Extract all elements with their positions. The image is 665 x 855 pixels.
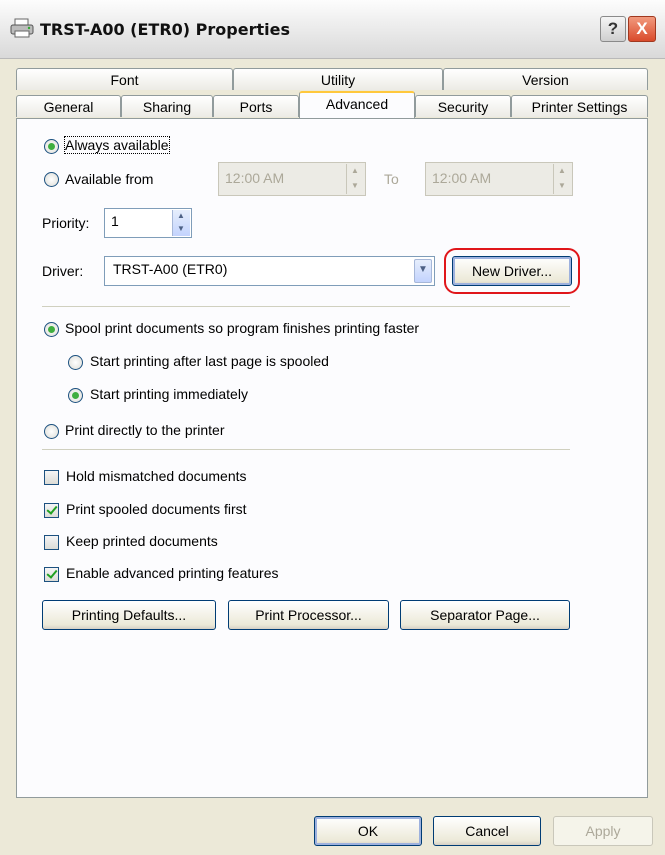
print-spooled-first-label[interactable]: Print spooled documents first (66, 501, 247, 517)
tab-version[interactable]: Version (443, 68, 648, 90)
help-button[interactable]: ? (600, 16, 626, 42)
spin-up-icon: ▲ (558, 166, 566, 175)
priority-label: Priority: (42, 215, 90, 231)
priority-value: 1 (111, 213, 119, 229)
separator (42, 306, 570, 307)
available-from-label[interactable]: Available from (65, 171, 153, 187)
spin-up-icon: ▲ (351, 166, 359, 175)
properties-window: TRST-A00 (ETR0) Properties ? X Font Util… (0, 0, 665, 855)
printer-icon (10, 18, 34, 38)
to-label: To (384, 171, 399, 187)
tab-ports[interactable]: Ports (213, 95, 299, 117)
printing-defaults-button[interactable]: Printing Defaults... (42, 600, 216, 630)
from-time-value: 12:00 AM (225, 170, 285, 186)
print-direct-radio[interactable] (44, 424, 59, 439)
to-time-field[interactable]: 12:00 AM ▲ ▼ (425, 162, 573, 196)
driver-value: TRST-A00 (ETR0) (113, 261, 228, 277)
title-bar: TRST-A00 (ETR0) Properties ? X (0, 0, 665, 59)
hold-mismatched-checkbox[interactable] (44, 470, 59, 485)
print-processor-button[interactable]: Print Processor... (228, 600, 389, 630)
tab-sharing[interactable]: Sharing (121, 95, 213, 117)
spool-radio[interactable] (44, 322, 59, 337)
tab-printer-settings[interactable]: Printer Settings (511, 95, 648, 117)
always-available-label[interactable]: Always available (64, 136, 170, 154)
cancel-button[interactable]: Cancel (433, 816, 541, 846)
to-time-spinner[interactable]: ▲ ▼ (553, 164, 571, 194)
spin-down-icon: ▼ (558, 181, 566, 190)
apply-button[interactable]: Apply (553, 816, 653, 846)
ok-button[interactable]: OK (314, 816, 422, 846)
keep-printed-label[interactable]: Keep printed documents (66, 533, 218, 549)
tab-general[interactable]: General (16, 95, 121, 117)
to-time-value: 12:00 AM (432, 170, 492, 186)
enable-advanced-checkbox[interactable] (44, 567, 59, 582)
start-immediately-label[interactable]: Start printing immediately (90, 386, 248, 402)
window-title: TRST-A00 (ETR0) Properties (40, 20, 290, 39)
separator-page-button[interactable]: Separator Page... (400, 600, 570, 630)
priority-field[interactable]: 1 ▲ ▼ (104, 208, 192, 238)
tab-font[interactable]: Font (16, 68, 233, 90)
spin-up-icon: ▲ (177, 211, 185, 220)
new-driver-button[interactable]: New Driver... (452, 256, 572, 286)
enable-advanced-label[interactable]: Enable advanced printing features (66, 565, 278, 581)
tab-advanced[interactable]: Advanced (299, 91, 415, 118)
close-button[interactable]: X (628, 16, 656, 42)
tab-security[interactable]: Security (415, 95, 511, 117)
print-spooled-first-checkbox[interactable] (44, 503, 59, 518)
driver-label: Driver: (42, 263, 84, 279)
start-after-last-label[interactable]: Start printing after last page is spoole… (90, 353, 329, 369)
spin-down-icon: ▼ (177, 224, 185, 233)
driver-dropdown[interactable]: TRST-A00 (ETR0) ▼ (104, 256, 435, 286)
spool-label[interactable]: Spool print documents so program finishe… (65, 320, 419, 336)
separator (42, 449, 570, 450)
from-time-field[interactable]: 12:00 AM ▲ ▼ (218, 162, 366, 196)
priority-spinner[interactable]: ▲ ▼ (172, 210, 190, 236)
available-from-radio[interactable] (44, 172, 59, 187)
start-after-last-radio[interactable] (68, 355, 83, 370)
from-time-spinner[interactable]: ▲ ▼ (346, 164, 364, 194)
always-available-radio[interactable] (44, 139, 59, 154)
spin-down-icon: ▼ (351, 181, 359, 190)
print-direct-label[interactable]: Print directly to the printer (65, 422, 225, 438)
tab-utility[interactable]: Utility (233, 68, 443, 90)
keep-printed-checkbox[interactable] (44, 535, 59, 550)
hold-mismatched-label[interactable]: Hold mismatched documents (66, 468, 247, 484)
start-immediately-radio[interactable] (68, 388, 83, 403)
chevron-down-icon[interactable]: ▼ (414, 259, 432, 283)
